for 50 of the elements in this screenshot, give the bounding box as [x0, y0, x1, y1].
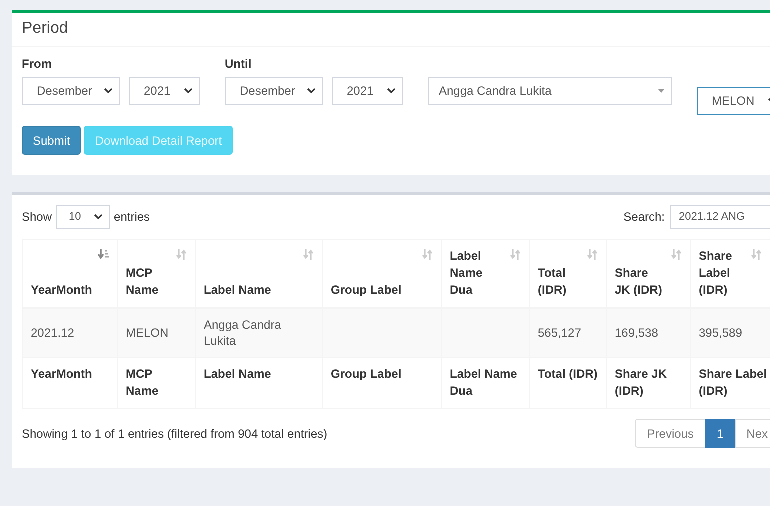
- column-header[interactable]: YearMonth: [31, 282, 93, 299]
- sort-icon[interactable]: [176, 249, 187, 260]
- page-button[interactable]: 1: [704, 419, 736, 448]
- caret-icon: [658, 89, 665, 93]
- show-label: Show: [22, 210, 52, 224]
- entries-label: entries: [114, 210, 150, 224]
- table-cell: Angga Candra Lukita: [204, 318, 282, 348]
- table-cell: 565,127: [538, 326, 582, 340]
- month-select[interactable]: Desember: [22, 77, 120, 105]
- search-label: Search:: [624, 210, 665, 224]
- search-field[interactable]: 2021.12 ANG: [670, 205, 770, 229]
- sort-icon[interactable]: [422, 249, 433, 260]
- year-select[interactable]: 2021: [332, 77, 403, 105]
- field-label: Until: [225, 57, 253, 71]
- column-header[interactable]: Group Label: [331, 282, 417, 299]
- sort-icon[interactable]: [587, 249, 598, 260]
- caret-icon: [387, 88, 396, 94]
- sort-icon[interactable]: [303, 249, 314, 260]
- caret-icon: [307, 88, 316, 94]
- caret-icon: [184, 88, 193, 94]
- column-footer: Share JK (IDR): [615, 366, 682, 400]
- sort-icon[interactable]: [751, 249, 762, 260]
- column-footer: Group Label: [331, 366, 433, 383]
- column-footer: YearMonth: [31, 366, 109, 383]
- year-select[interactable]: 2021: [129, 77, 200, 105]
- column-footer: MCP Name: [126, 366, 187, 400]
- column-footer: Label Name: [204, 366, 314, 383]
- table-cell: MELON: [126, 326, 169, 340]
- page-button[interactable]: Nex: [734, 419, 770, 448]
- table-cell: 395,589: [699, 326, 742, 340]
- caret-icon: [94, 214, 104, 220]
- submit-button[interactable]: Submit: [22, 126, 82, 155]
- entries-select[interactable]: 10: [56, 205, 110, 229]
- column-footer: Label Name Dua: [450, 366, 521, 400]
- month-select[interactable]: Desember: [225, 77, 323, 105]
- column-footer: Share Label (IDR): [699, 366, 768, 400]
- page-button[interactable]: Previous: [635, 419, 706, 448]
- panel-title: Period: [22, 20, 68, 37]
- column-header[interactable]: Label Name: [204, 282, 298, 299]
- table-info: Showing 1 to 1 of 1 entries (filtered from 904 total entries): [22, 426, 328, 440]
- sort-icon[interactable]: [671, 249, 682, 260]
- column-footer: Total (IDR): [538, 366, 598, 383]
- field-label: From: [22, 57, 53, 71]
- caret-icon: [104, 88, 113, 94]
- sort-icon[interactable]: [510, 249, 521, 260]
- platform-select[interactable]: MELON: [697, 87, 770, 115]
- sort-icon[interactable]: [98, 249, 109, 260]
- table-cell: 2021.12: [31, 326, 74, 340]
- table-cell: 169,538: [615, 326, 658, 340]
- artist-select[interactable]: Angga Candra Lukita: [428, 77, 672, 105]
